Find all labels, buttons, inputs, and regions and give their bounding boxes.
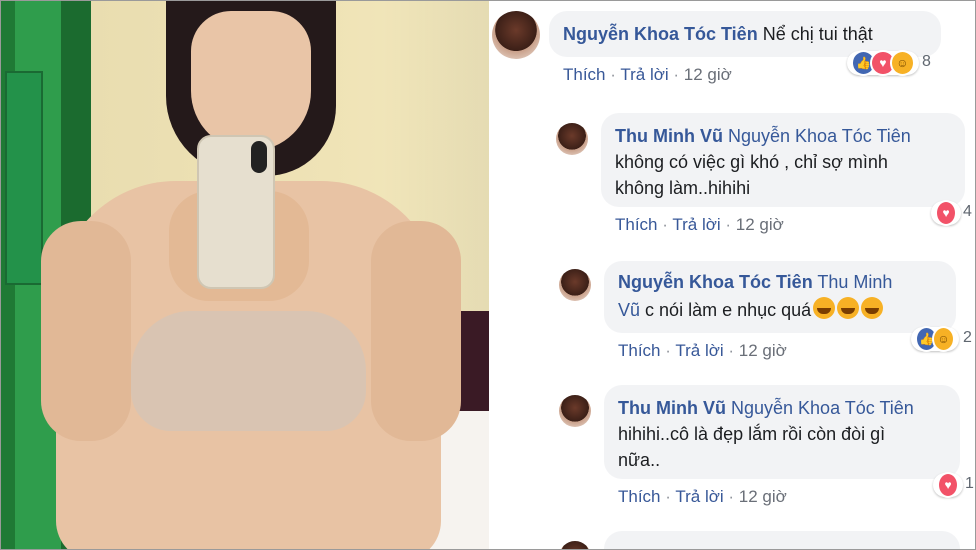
reaction-summary[interactable]: 👍 ♥ ☺ [847,50,919,76]
separator-dot: · [665,341,671,360]
comment-text-line: không có việc gì khó , chỉ sợ mình [615,152,888,172]
reply-link[interactable]: Trả lời [675,487,723,506]
tears-of-joy-emoji-icon [861,297,884,319]
tears-of-joy-emoji-icon [837,297,860,319]
separator-dot: · [728,341,735,360]
comment-author[interactable]: Nguyễn Khoa Tóc Tiên [618,272,813,292]
reply-link[interactable]: Trả lời [620,65,668,84]
separator-dot: · [728,487,735,506]
reply-link[interactable]: Trả lời [675,341,723,360]
like-link[interactable]: Thích [618,487,661,506]
comment-actions: Thích · Trả lời · 12 giờ [618,341,787,361]
comment-author[interactable]: Thu Minh Vũ [618,398,726,418]
timestamp[interactable]: 12 giờ [684,65,732,84]
comment-bubble-partial [604,531,960,549]
separator-dot: · [725,215,732,234]
avatar[interactable] [556,123,588,155]
haha-icon: ☺ [932,326,955,352]
like-link[interactable]: Thích [563,65,606,84]
comment-text: c nói làm e nhục quá [645,300,812,320]
mention-link[interactable]: Nguyễn Khoa Tóc Tiên [728,126,911,146]
reaction-summary[interactable]: ♥ [931,200,961,226]
comment-bubble: Nguyễn Khoa Tóc Tiên Thu Minh Vũ c nói l… [604,261,956,333]
phone-camera [251,141,267,173]
comment-actions: Thích · Trả lời · 12 giờ [615,215,784,235]
separator-dot: · [662,215,668,234]
comment-bubble: Thu Minh Vũ Nguyễn Khoa Tóc Tiên hihihi.… [604,385,960,479]
timestamp[interactable]: 12 giờ [736,215,784,234]
reaction-count: 4 [963,203,972,220]
avatar[interactable] [492,11,540,59]
reaction-count: 2 [963,329,972,346]
reaction-count: 8 [922,53,931,70]
post-photo[interactable] [1,1,489,549]
timestamp[interactable]: 12 giờ [739,487,787,506]
door-panel [5,71,43,285]
comment-author[interactable]: Thu Minh Vũ [615,126,723,146]
person-arm-left [41,221,131,441]
person-face [191,11,311,151]
comment-text-line: nữa.. [618,450,661,470]
reaction-summary[interactable]: ♥ [933,472,963,498]
reaction-summary[interactable]: 👍 ☺ [911,326,959,352]
comment-text-line: hihihi..cô là đẹp lắm rồi còn đòi gì [618,424,886,444]
separator-dot: · [673,65,680,84]
avatar[interactable] [559,395,591,427]
mention-link[interactable]: Nguyễn Khoa Tóc Tiên [731,398,914,418]
comment-actions: Thích · Trả lời · 12 giờ [563,65,732,85]
like-link[interactable]: Thích [615,215,658,234]
love-icon: ♥ [935,200,957,226]
reaction-count: 1 [965,475,974,492]
love-icon: ♥ [937,472,959,498]
haha-icon: ☺ [889,50,915,76]
comment-text-line: không làm..hihihi [615,178,751,198]
comment-author[interactable]: Nguyễn Khoa Tóc Tiên [563,24,758,44]
person-arm-right [371,221,461,441]
avatar[interactable] [559,269,591,301]
like-link[interactable]: Thích [618,341,661,360]
separator-dot: · [610,65,616,84]
separator-dot: · [665,487,671,506]
comment-bubble: Thu Minh Vũ Nguyễn Khoa Tóc Tiên không c… [601,113,965,207]
comment-actions: Thích · Trả lời · 12 giờ [618,487,787,507]
tears-of-joy-emoji-icon [813,297,836,319]
mention-link[interactable]: Thu Minh [817,272,892,292]
avatar[interactable] [559,541,591,549]
clothing [131,311,366,431]
timestamp[interactable]: 12 giờ [739,341,787,360]
comment-text: Nể chị tui thật [762,24,873,44]
reply-link[interactable]: Trả lời [672,215,720,234]
comments-panel: Nguyễn Khoa Tóc Tiên Nể chị tui thật 👍 ♥… [489,1,975,549]
screenshot-frame: Nguyễn Khoa Tóc Tiên Nể chị tui thật 👍 ♥… [0,0,976,550]
mention-link[interactable]: Vũ [618,300,640,320]
